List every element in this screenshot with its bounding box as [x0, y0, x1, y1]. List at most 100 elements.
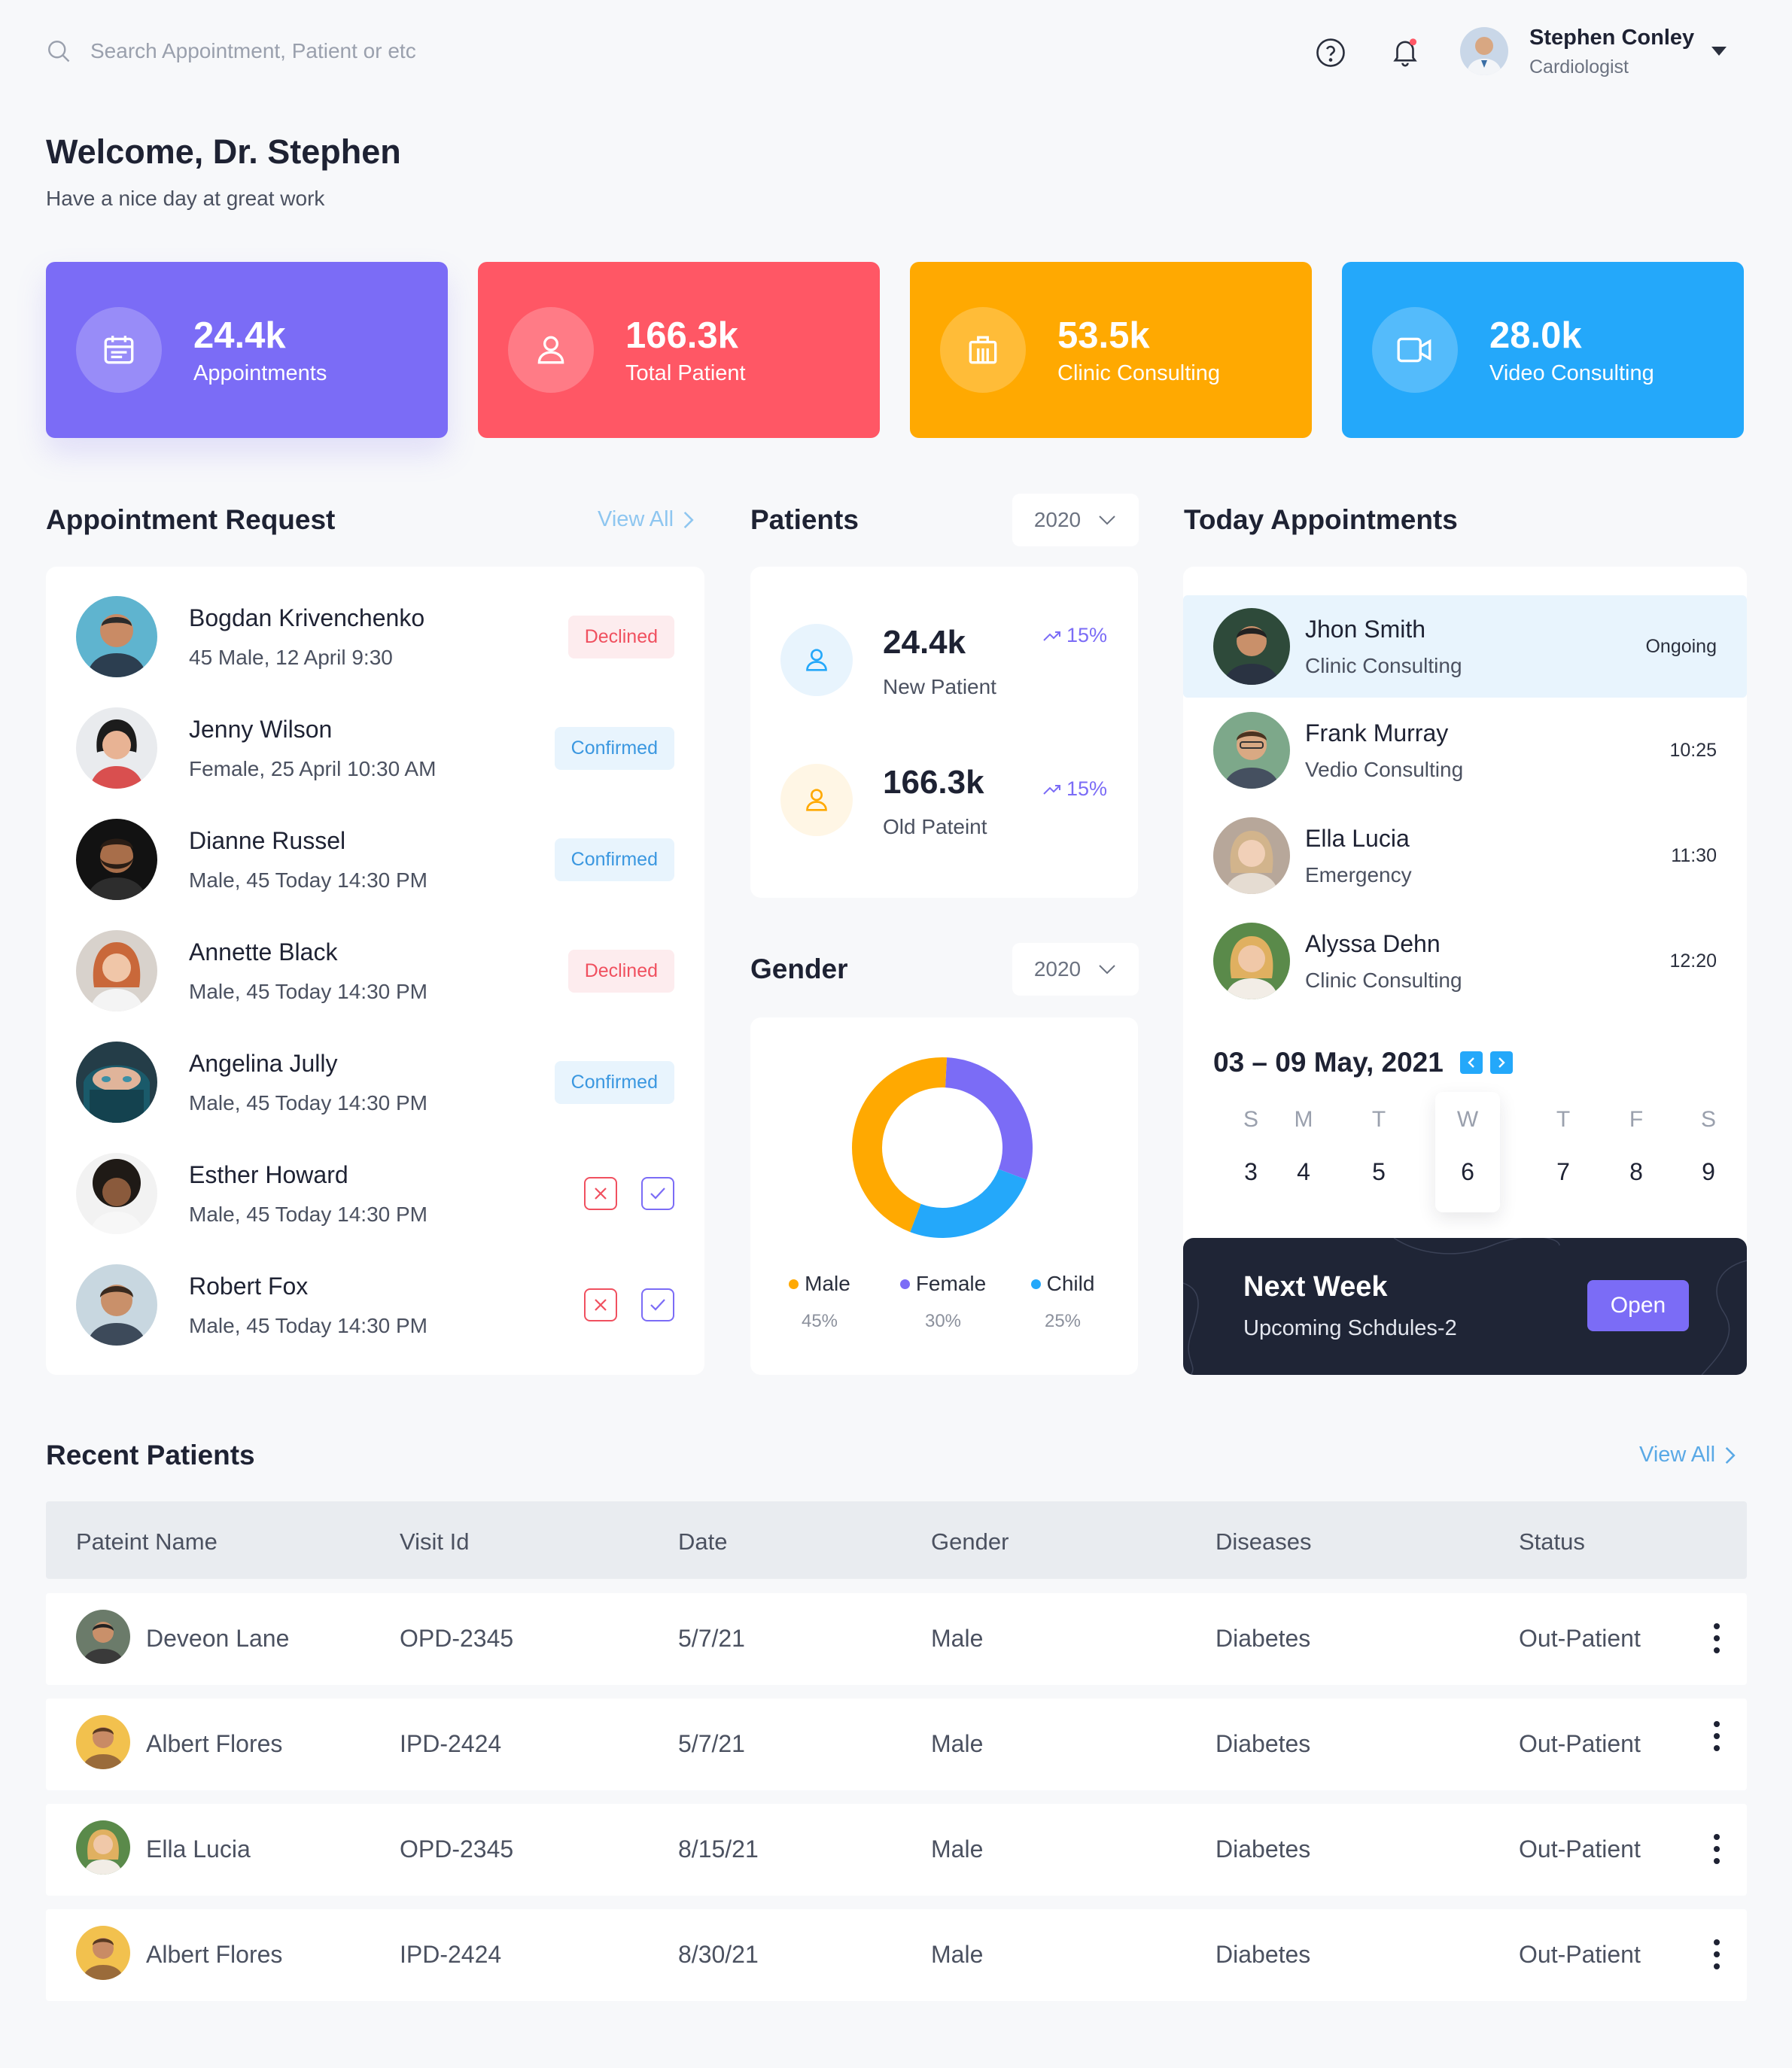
status-badge[interactable]: Declined: [567, 615, 674, 658]
avatar: [76, 930, 157, 1011]
more-options-icon[interactable]: [1711, 1623, 1723, 1653]
avatar: [76, 1715, 130, 1769]
hospital-icon: [969, 336, 997, 364]
prev-week-button[interactable]: [1459, 1051, 1483, 1074]
status-badge[interactable]: Confirmed: [554, 1060, 674, 1104]
status-badge[interactable]: Confirmed: [554, 838, 674, 881]
recent-patients-title: Recent Patients: [46, 1440, 255, 1470]
table-row[interactable]: Deveon Lane OPD-2345 5/7/21 Male Diabete…: [46, 1593, 1747, 1685]
status-badge[interactable]: Confirmed: [554, 726, 674, 770]
list-item[interactable]: Esther Howard Male, 45 Today 14:30 PM: [76, 1152, 674, 1235]
legend-child: Child 25%: [1021, 1272, 1104, 1332]
stat-value: 28.0k: [1489, 315, 1582, 356]
visit-date: 5/7/21: [678, 1625, 745, 1652]
old-patient-trend: 15%: [1042, 777, 1107, 801]
stat-card-total-patient[interactable]: 166.3k Total Patient: [478, 262, 880, 438]
column-header[interactable]: Gender: [931, 1528, 1009, 1556]
table-row[interactable]: Albert Flores IPD-2424 5/7/21 Male Diabe…: [46, 1698, 1747, 1790]
appointment-item[interactable]: Alyssa Dehn Clinic Consulting 12:20: [1183, 910, 1747, 1012]
accept-button[interactable]: [641, 1177, 674, 1210]
list-item[interactable]: Angelina Jully Male, 45 Today 14:30 PM C…: [76, 1041, 674, 1124]
stat-card-appointments[interactable]: 24.4k Appointments: [46, 262, 448, 438]
appointment-type: Vedio Consulting: [1305, 757, 1464, 781]
list-item[interactable]: Bogdan Krivenchenko 45 Male, 12 April 9:…: [76, 595, 674, 678]
search-bar[interactable]: Search Appointment, Patient or etc: [45, 38, 416, 65]
accept-button[interactable]: [641, 1288, 674, 1321]
decline-button[interactable]: [584, 1288, 617, 1321]
day-cell[interactable]: T 5: [1341, 1107, 1416, 1186]
list-item[interactable]: Annette Black Male, 45 Today 14:30 PM De…: [76, 929, 674, 1012]
day-cell[interactable]: S 9: [1671, 1107, 1746, 1186]
more-options-icon[interactable]: [1711, 1834, 1723, 1864]
chevron-down-icon: [1099, 515, 1115, 525]
decline-button[interactable]: [584, 1177, 617, 1210]
stat-value: 166.3k: [625, 315, 738, 356]
patient-name: Bogdan Krivenchenko: [189, 604, 425, 631]
notifications-button[interactable]: [1389, 35, 1422, 68]
bell-icon: [1393, 38, 1417, 67]
gender-year-select[interactable]: 2020: [1012, 943, 1139, 996]
stat-icon-circle: [1372, 307, 1458, 393]
patients-card: 24.4k New Patient 15% 166.3k Old Pateint…: [750, 567, 1138, 898]
column-header[interactable]: Date: [678, 1528, 727, 1556]
patient-name: Esther Howard: [189, 1160, 348, 1188]
patient-meta: Male, 45 Today 14:30 PM: [189, 1313, 428, 1337]
column-header[interactable]: Diseases: [1215, 1528, 1312, 1556]
table-row[interactable]: Albert Flores IPD-2424 8/30/21 Male Diab…: [46, 1909, 1747, 2001]
column-header[interactable]: Status: [1519, 1528, 1585, 1556]
legend-male: Male 45%: [782, 1272, 857, 1332]
open-button[interactable]: Open: [1587, 1280, 1689, 1331]
donut-segment-child: [910, 1168, 1027, 1238]
view-all-label: View All: [598, 507, 674, 531]
next-week-title: Next Week: [1243, 1271, 1388, 1303]
column-header[interactable]: Pateint Name: [76, 1528, 218, 1556]
patient-name: Robert Fox: [189, 1272, 309, 1300]
stat-label: Video Consulting: [1489, 360, 1654, 385]
table-row[interactable]: Ella Lucia OPD-2345 8/15/21 Male Diabete…: [46, 1804, 1747, 1896]
profile-avatar[interactable]: [1460, 27, 1508, 75]
day-cell[interactable]: M 4: [1266, 1107, 1341, 1186]
appointment-item[interactable]: Jhon Smith Clinic Consulting Ongoing: [1183, 595, 1747, 698]
recent-view-all-link[interactable]: View All: [1639, 1443, 1736, 1467]
search-input[interactable]: Search Appointment, Patient or etc: [90, 39, 416, 63]
stat-card-clinic-consulting[interactable]: 53.5k Clinic Consulting: [910, 262, 1312, 438]
profile-block[interactable]: Stephen Conley Cardiologist: [1529, 26, 1694, 78]
avatar: [1213, 712, 1290, 789]
more-options-icon[interactable]: [1711, 1721, 1723, 1751]
day-cell-selected[interactable]: W 6: [1430, 1107, 1505, 1186]
appointment-time: 12:20: [1669, 950, 1717, 972]
avatar: [1213, 817, 1290, 894]
next-week-button[interactable]: [1489, 1051, 1513, 1074]
close-icon: [595, 1188, 607, 1200]
list-item[interactable]: Robert Fox Male, 45 Today 14:30 PM: [76, 1264, 674, 1346]
patient-meta: Female, 25 April 10:30 AM: [189, 756, 437, 780]
disease: Diabetes: [1215, 1625, 1311, 1652]
gender-title: Gender: [750, 953, 848, 984]
patients-year-select[interactable]: 2020: [1012, 494, 1139, 546]
profile-dropdown[interactable]: [1710, 45, 1728, 61]
list-item[interactable]: Dianne Russel Male, 45 Today 14:30 PM Co…: [76, 818, 674, 901]
appointment-item[interactable]: Frank Murray Vedio Consulting 10:25: [1183, 699, 1747, 801]
list-item[interactable]: Jenny Wilson Female, 25 April 10:30 AM C…: [76, 707, 674, 789]
appointment-item[interactable]: Ella Lucia Emergency 11:30: [1183, 804, 1747, 907]
patient-meta: Male, 45 Today 14:30 PM: [189, 1090, 428, 1115]
day-cell[interactable]: F 8: [1599, 1107, 1674, 1186]
more-options-icon[interactable]: [1711, 1939, 1723, 1969]
legend-dot: [1030, 1279, 1041, 1289]
stat-card-video-consulting[interactable]: 28.0k Video Consulting: [1342, 262, 1744, 438]
visit-id: OPD-2345: [400, 1835, 514, 1863]
chevron-right-icon: [1498, 1057, 1505, 1068]
status-badge[interactable]: Declined: [567, 949, 674, 993]
help-button[interactable]: [1314, 36, 1347, 69]
appointment-name: Frank Murray: [1305, 719, 1449, 747]
day-cell[interactable]: T 7: [1526, 1107, 1601, 1186]
avatar: [1213, 923, 1290, 999]
disease: Diabetes: [1215, 1835, 1311, 1863]
chevron-right-icon: [683, 511, 694, 528]
week-label: 03 – 09 May, 2021: [1213, 1047, 1444, 1078]
stat-icon-circle: [508, 307, 594, 393]
appointment-view-all-link[interactable]: View All: [598, 507, 695, 532]
page-title: Welcome, Dr. Stephen: [46, 132, 401, 171]
table-header: Pateint Name Visit Id Date Gender Diseas…: [46, 1501, 1747, 1579]
column-header[interactable]: Visit Id: [400, 1528, 469, 1556]
